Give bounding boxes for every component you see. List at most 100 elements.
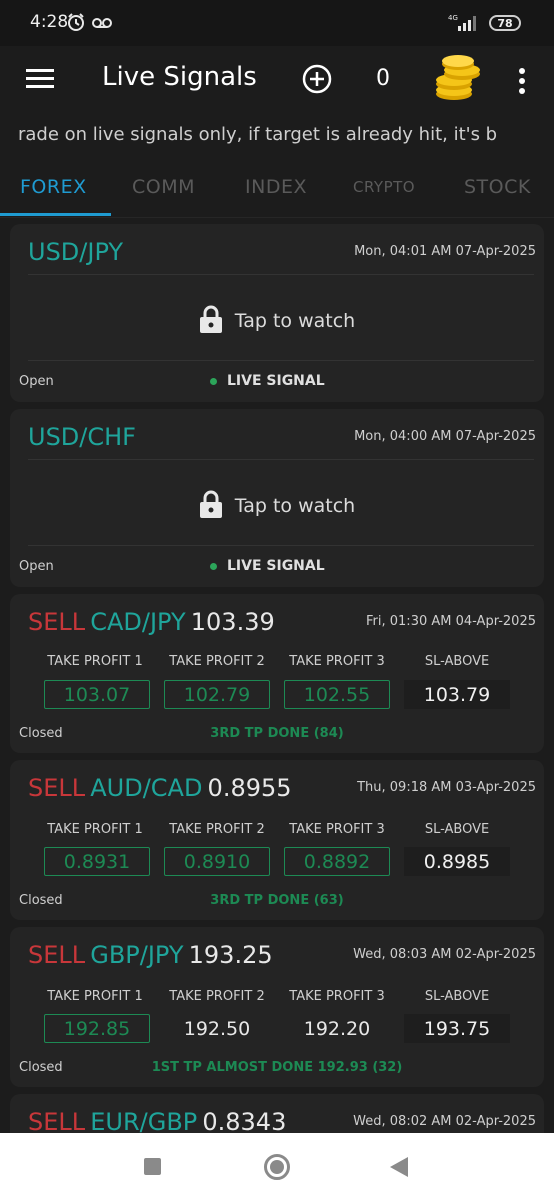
tp1-value: 0.8931 xyxy=(44,847,150,876)
target-labels: TAKE PROFIT 1 TAKE PROFIT 2 TAKE PROFIT … xyxy=(10,816,544,837)
tap-to-watch-label: Tap to watch xyxy=(234,310,356,332)
signal-card[interactable]: SELL GBP/JPY 193.25 Wed, 08:03 AM 02-Apr… xyxy=(10,927,544,1087)
tp2-value: 0.8910 xyxy=(164,847,270,876)
tap-to-watch-button[interactable]: Tap to watch xyxy=(10,304,544,338)
divider xyxy=(28,459,534,460)
sl-label: SL-ABOVE xyxy=(424,822,490,837)
signal-date: Mon, 04:01 AM 07-Apr-2025 xyxy=(354,244,536,259)
target-labels: TAKE PROFIT 1 TAKE PROFIT 2 TAKE PROFIT … xyxy=(10,650,544,670)
alarm-icon xyxy=(66,12,86,36)
app-bar: Live Signals 0 xyxy=(0,46,554,112)
tp1-value: 192.85 xyxy=(44,1014,150,1043)
pair-name: CAD/JPY xyxy=(90,608,186,636)
divider xyxy=(28,274,534,275)
signal-action: SELL xyxy=(28,1108,86,1136)
voicemail-icon xyxy=(92,14,112,33)
tp2-label: TAKE PROFIT 2 xyxy=(169,989,265,1004)
signal-icon: 4G xyxy=(446,12,482,36)
sl-value: 0.8985 xyxy=(404,847,510,876)
target-labels: TAKE PROFIT 1 TAKE PROFIT 2 TAKE PROFIT … xyxy=(10,983,544,1004)
signal-card[interactable]: SELL CAD/JPY 103.39 Fri, 01:30 AM 04-Apr… xyxy=(10,594,544,753)
more-options-icon[interactable] xyxy=(518,68,526,98)
divider xyxy=(28,545,534,546)
tp1-value: 103.07 xyxy=(44,680,150,709)
battery-level: 78 xyxy=(497,16,513,30)
signal-result: 1ST TP ALMOST DONE 192.93 (32) xyxy=(151,1060,403,1075)
system-nav-bar xyxy=(0,1133,554,1200)
tp3-label: TAKE PROFIT 3 xyxy=(289,654,385,669)
card-header: USD/JPY xyxy=(28,238,123,266)
signal-action: SELL xyxy=(28,774,86,802)
signal-date: Mon, 04:00 AM 07-Apr-2025 xyxy=(354,429,536,444)
battery-icon: 78 xyxy=(489,15,521,31)
sl-value: 103.79 xyxy=(404,680,510,709)
signal-result: 3RD TP DONE (63) xyxy=(210,893,344,908)
signal-date: Wed, 08:03 AM 02-Apr-2025 xyxy=(353,947,536,962)
coins-icon[interactable] xyxy=(432,54,484,108)
tp1-label: TAKE PROFIT 1 xyxy=(47,989,143,1004)
recent-apps-icon[interactable] xyxy=(144,1158,161,1175)
back-icon[interactable] xyxy=(390,1157,408,1177)
tp2-value: 192.50 xyxy=(183,1017,251,1040)
sl-label: SL-ABOVE xyxy=(424,654,490,669)
tp1-label: TAKE PROFIT 1 xyxy=(47,822,143,837)
tp2-value: 102.79 xyxy=(164,680,270,709)
live-signal-label: LIVE SIGNAL xyxy=(227,373,325,389)
category-tabs: FOREX COMM INDEX CRYPTO STOCK xyxy=(0,158,554,218)
tab-stock[interactable]: STOCK xyxy=(464,176,531,198)
tp1-label: TAKE PROFIT 1 xyxy=(47,654,143,669)
tab-index[interactable]: INDEX xyxy=(245,176,307,198)
tp3-value: 102.55 xyxy=(284,680,390,709)
signal-status: Open xyxy=(19,374,54,389)
live-dot-icon xyxy=(210,377,217,385)
coin-count: 0 xyxy=(376,66,390,91)
tp3-label: TAKE PROFIT 3 xyxy=(289,989,385,1004)
card-header: SELL GBP/JPY 193.25 xyxy=(28,941,273,969)
tp3-value: 0.8892 xyxy=(284,847,390,876)
pair-name: AUD/CAD xyxy=(90,774,203,802)
signal-status: Open xyxy=(19,559,54,574)
live-signal-label: LIVE SIGNAL xyxy=(227,558,325,574)
signal-date: Thu, 09:18 AM 03-Apr-2025 xyxy=(357,780,536,795)
card-header: SELL AUD/CAD 0.8955 xyxy=(28,774,292,802)
pair-name: USD/CHF xyxy=(28,423,136,451)
tab-forex[interactable]: FOREX xyxy=(20,176,87,198)
live-signal-badge: LIVE SIGNAL xyxy=(210,373,325,389)
pair-name: USD/JPY xyxy=(28,238,124,266)
home-icon[interactable] xyxy=(264,1154,290,1180)
tp2-label: TAKE PROFIT 2 xyxy=(169,822,265,837)
tab-comm[interactable]: COMM xyxy=(132,176,195,198)
pair-name: GBP/JPY xyxy=(90,941,184,969)
lock-icon xyxy=(199,489,223,523)
divider xyxy=(28,360,534,361)
live-dot-icon xyxy=(210,562,217,570)
menu-icon[interactable] xyxy=(26,68,54,94)
entry-price: 103.39 xyxy=(190,608,275,636)
tap-to-watch-button[interactable]: Tap to watch xyxy=(10,489,544,523)
signal-card-locked[interactable]: USD/JPY Mon, 04:01 AM 07-Apr-2025 Tap to… xyxy=(10,224,544,402)
ticker-text: rade on live signals only, if target is … xyxy=(18,124,498,145)
tp3-value: 192.20 xyxy=(303,1017,371,1040)
card-header: SELL CAD/JPY 103.39 xyxy=(28,608,275,636)
status-bar: 4:28 4G 78 xyxy=(0,0,554,46)
tp2-label: TAKE PROFIT 2 xyxy=(169,654,265,669)
pair-name: EUR/GBP xyxy=(90,1108,198,1136)
signal-card[interactable]: SELL AUD/CAD 0.8955 Thu, 09:18 AM 03-Apr… xyxy=(10,760,544,920)
card-header: SELL EUR/GBP 0.8343 xyxy=(28,1108,286,1136)
tab-crypto[interactable]: CRYPTO xyxy=(353,178,415,196)
live-signal-badge: LIVE SIGNAL xyxy=(210,558,325,574)
active-tab-indicator xyxy=(0,213,111,216)
lock-icon xyxy=(199,304,223,338)
card-header: USD/CHF xyxy=(28,423,136,451)
entry-price: 0.8343 xyxy=(202,1108,287,1136)
sl-label: SL-ABOVE xyxy=(424,989,490,1004)
signal-action: SELL xyxy=(28,608,86,636)
tap-to-watch-label: Tap to watch xyxy=(234,495,356,517)
signal-card-locked[interactable]: USD/CHF Mon, 04:00 AM 07-Apr-2025 Tap to… xyxy=(10,409,544,587)
add-icon[interactable] xyxy=(302,64,332,98)
tp3-label: TAKE PROFIT 3 xyxy=(289,822,385,837)
entry-price: 0.8955 xyxy=(207,774,292,802)
status-time: 4:28 xyxy=(30,12,69,32)
signal-result: 3RD TP DONE (84) xyxy=(210,726,344,741)
network-type: 4G xyxy=(448,14,458,22)
